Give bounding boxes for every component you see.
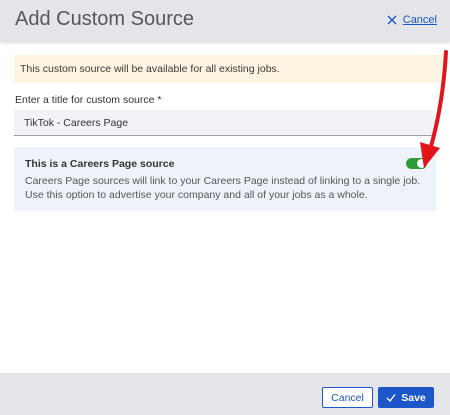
careers-page-description: Careers Page sources will link to your C… (25, 175, 421, 201)
toggle-knob (417, 159, 426, 168)
dialog-title: Add Custom Source (15, 8, 194, 30)
header-cancel-link[interactable]: Cancel (387, 14, 437, 26)
careers-page-heading: This is a Careers Page source (25, 158, 175, 170)
save-button-label: Save (401, 391, 426, 404)
dialog-header: Add Custom Source Cancel (0, 0, 450, 42)
title-field-label: Enter a title for custom source * (15, 94, 162, 106)
close-icon (387, 15, 397, 25)
info-notice: This custom source will be available for… (14, 55, 444, 83)
cancel-button-label: Cancel (331, 391, 364, 404)
check-icon (386, 393, 396, 402)
cancel-button[interactable]: Cancel (322, 387, 373, 408)
dialog-footer: Cancel Save (0, 373, 450, 415)
careers-page-toggle[interactable] (406, 158, 427, 169)
title-input[interactable] (14, 110, 435, 136)
header-cancel-label: Cancel (402, 14, 437, 26)
careers-page-panel: This is a Careers Page source Careers Pa… (14, 147, 436, 211)
save-button[interactable]: Save (378, 387, 434, 408)
